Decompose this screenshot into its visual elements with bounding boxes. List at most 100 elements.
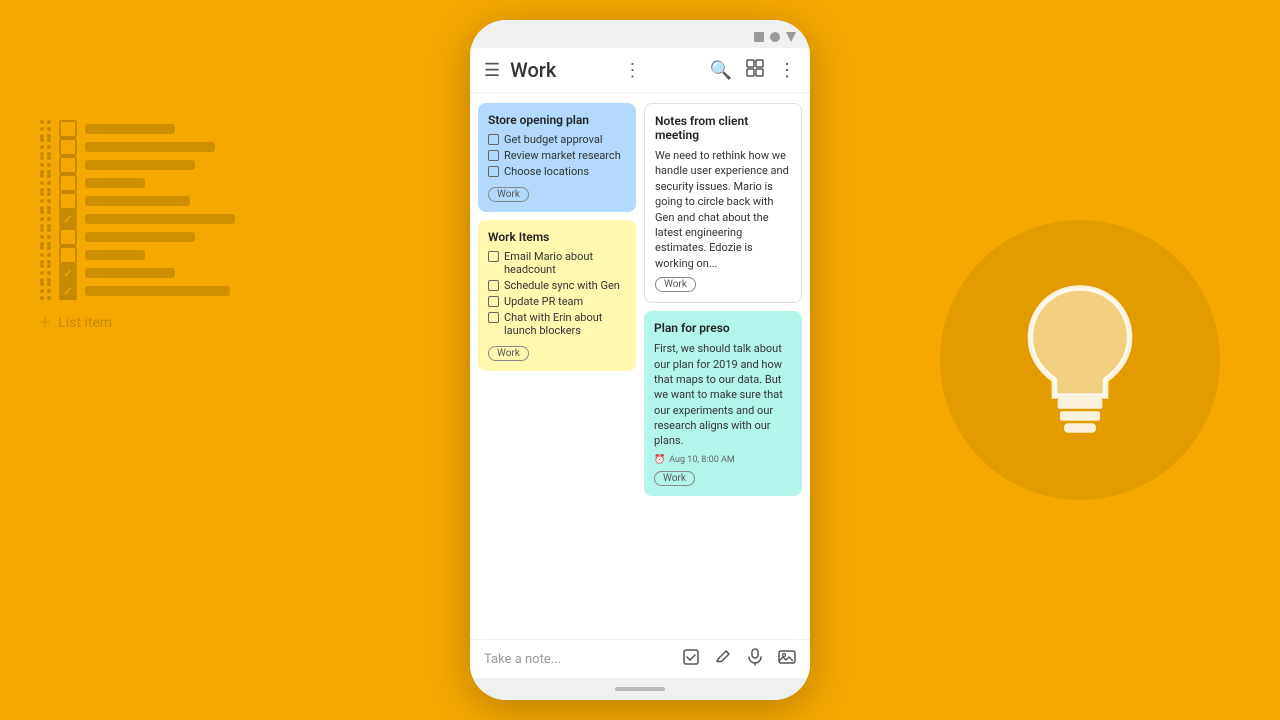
checkbox-decoration [59,264,77,282]
bottom-bar: Take a note... [470,639,810,678]
checkbox-icon [488,251,499,262]
list-row [40,174,235,192]
note-timestamp-text: Aug 10, 8:00 AM [669,455,735,465]
note-cb-label-2: Review market research [504,149,621,162]
note-preso-body: First, we should talk about our plan for… [654,341,792,449]
phone: ☰ Work ⋮ 🔍 ⋮ [470,20,810,700]
bar-decoration [85,286,230,296]
drag-dots [40,138,51,156]
note-wi-row-4: Chat with Erin about launch blockers [488,311,626,337]
status-square [754,32,764,42]
bar-decoration [85,142,215,152]
list-row [40,264,235,282]
header-right: 🔍 ⋮ [710,59,796,82]
list-row [40,138,235,156]
notes-area: Store opening plan Get budget approval R… [470,93,810,639]
note-tag-work-2[interactable]: Work [488,346,529,361]
microphone-icon[interactable] [746,648,764,670]
note-wi-label-1: Email Mario about headcount [504,250,626,276]
list-row [40,120,235,138]
note-cb-label-1: Get budget approval [504,133,603,146]
checkbox-decoration [59,120,77,138]
note-cb-row-2: Review market research [488,149,626,162]
app-header: ☰ Work ⋮ 🔍 ⋮ [470,48,810,93]
note-preso-title: Plan for preso [654,321,792,335]
left-decoration: + List item [40,120,235,333]
drag-dots [40,120,51,138]
layout-icon[interactable] [746,59,764,82]
note-wi-label-4: Chat with Erin about launch blockers [504,311,626,337]
pencil-icon[interactable] [714,648,732,670]
checkbox-icon [488,166,499,177]
note-cb-row-1: Get budget approval [488,133,626,146]
note-wi-label-3: Update PR team [504,295,583,308]
bottom-icons [682,648,796,670]
note-tag-work-4[interactable]: Work [654,471,695,486]
bar-decoration [85,124,175,134]
note-work-items[interactable]: Work Items Email Mario about headcount S… [478,220,636,371]
add-item-label: List item [58,315,112,331]
note-client-body: We need to rethink how we handle user ex… [655,148,791,271]
bar-decoration [85,196,190,206]
phone-status-bar [470,20,810,48]
note-store-opening[interactable]: Store opening plan Get budget approval R… [478,103,636,212]
list-row [40,192,235,210]
note-cb-label-3: Choose locations [504,165,589,178]
drag-dots [40,228,51,246]
image-icon[interactable] [778,648,796,670]
checkbox-icon [488,312,499,323]
list-row [40,228,235,246]
drag-dots [40,264,51,282]
app-title: Work [510,58,556,82]
note-cb-row-3: Choose locations [488,165,626,178]
drag-dots [40,210,51,228]
header-left: ☰ Work [484,58,556,82]
status-triangle [786,32,796,42]
list-row [40,246,235,264]
note-client-title: Notes from client meeting [655,114,791,142]
note-timestamp: ⏰ Aug 10, 8:00 AM [654,455,792,465]
checkbox-decoration [59,282,77,300]
note-store-title: Store opening plan [488,113,626,127]
bar-decoration [85,250,145,260]
checklist-icon[interactable] [682,648,700,670]
note-tag-work-3[interactable]: Work [655,277,696,292]
note-wi-row-3: Update PR team [488,295,626,308]
clock-icon: ⏰ [654,455,665,465]
bar-decoration [85,178,145,188]
checkbox-icon [488,150,499,161]
note-work-items-title: Work Items [488,230,626,244]
checkbox-decoration [59,192,77,210]
checkbox-decoration [59,246,77,264]
home-bar [615,687,665,691]
more-right-icon[interactable]: ⋮ [778,60,796,81]
checkbox-decoration [59,210,77,228]
note-wi-row-1: Email Mario about headcount [488,250,626,276]
note-client-meeting[interactable]: Notes from client meeting We need to ret… [644,103,802,303]
add-item-row[interactable]: + List item [40,312,235,333]
checkbox-decoration [59,174,77,192]
lightbulb-icon [1000,280,1160,440]
bar-decoration [85,160,195,170]
notes-right-col: Notes from client meeting We need to ret… [644,103,802,629]
note-plan-preso[interactable]: Plan for preso First, we should talk abo… [644,311,802,496]
checkbox-decoration [59,228,77,246]
bar-decoration [85,268,175,278]
add-icon: + [40,312,50,333]
home-indicator [470,678,810,700]
drag-dots [40,174,51,192]
note-tag-work-1[interactable]: Work [488,187,529,202]
header-more-left-icon[interactable]: ⋮ [623,60,642,81]
list-row [40,282,235,300]
hamburger-icon[interactable]: ☰ [484,60,500,81]
bar-decoration [85,214,235,224]
drag-dots [40,156,51,174]
drag-dots [40,192,51,210]
search-icon[interactable]: 🔍 [710,60,732,81]
drag-dots [40,246,51,264]
list-row [40,156,235,174]
take-note-placeholder[interactable]: Take a note... [484,652,682,667]
right-decoration [940,220,1220,500]
status-circle [770,32,780,42]
note-wi-row-2: Schedule sync with Gen [488,279,626,292]
